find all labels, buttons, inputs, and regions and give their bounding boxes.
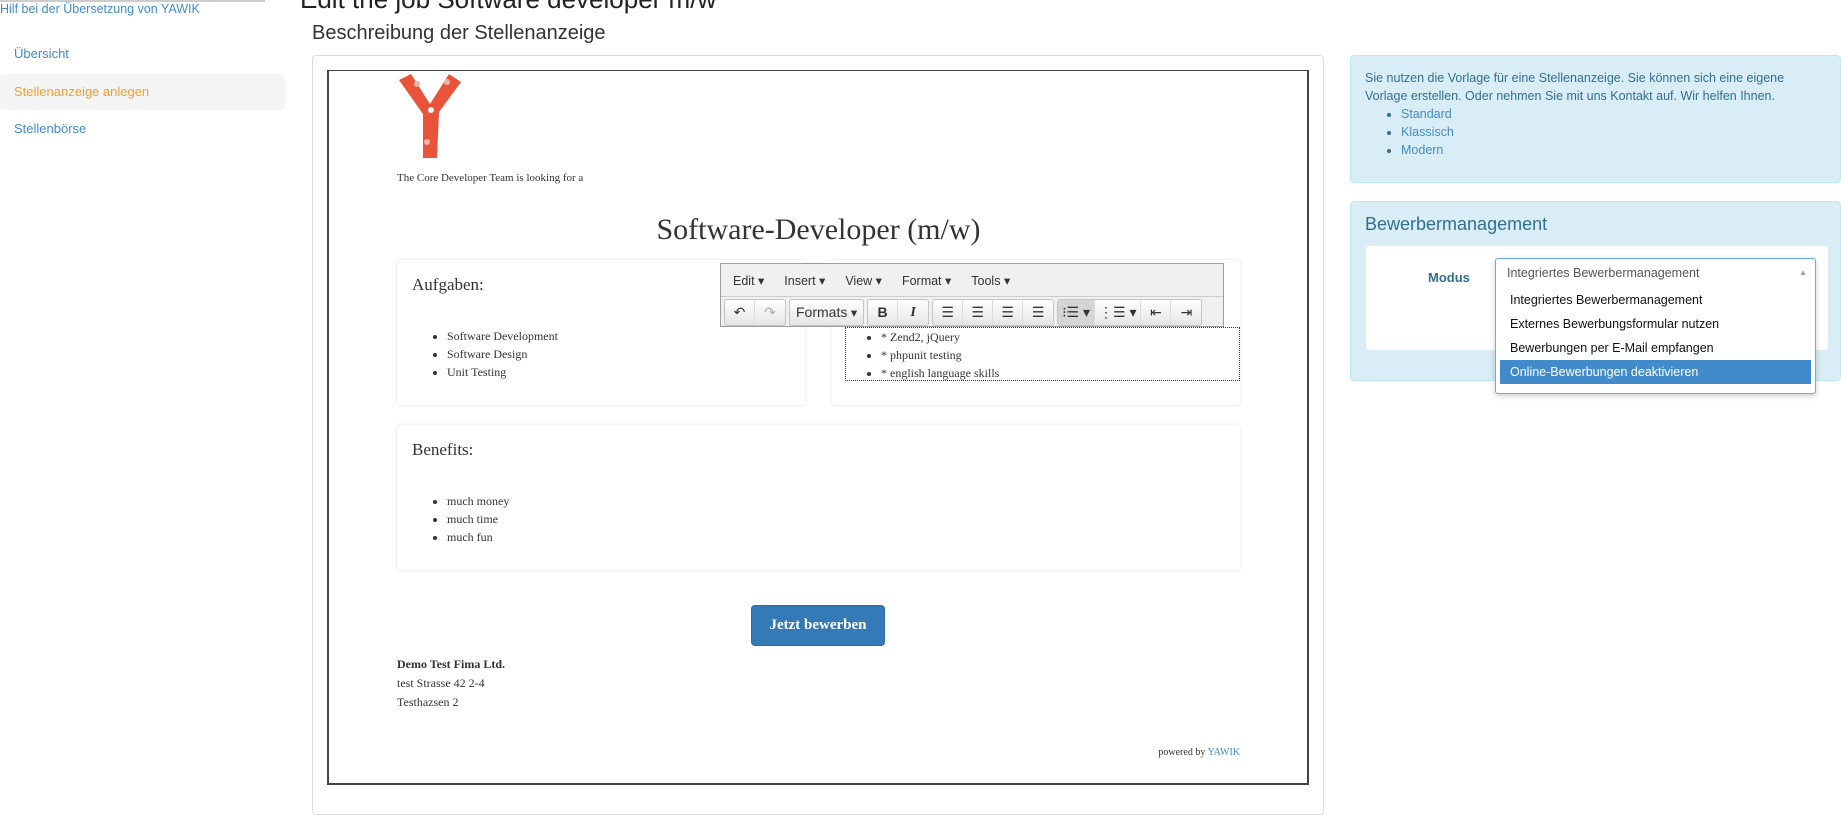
template-info-box: Sie nutzen die Vorlage für eine Stellena… bbox=[1350, 55, 1841, 183]
menu-tools[interactable]: Tools ▾ bbox=[971, 273, 1010, 288]
bullet-list-icon[interactable]: ⁝☰ ▾ bbox=[1058, 299, 1096, 325]
template-standard-link[interactable]: Standard bbox=[1401, 107, 1452, 121]
list-item: * phpunit testing bbox=[881, 346, 1239, 364]
caret-up-icon: ▲ bbox=[1799, 268, 1807, 277]
company-name: Demo Test Fima Ltd. bbox=[397, 657, 505, 671]
list-item: much fun bbox=[447, 528, 509, 546]
sidebar-item-overview[interactable]: Übersicht bbox=[0, 36, 285, 72]
company-city: Testhazsen 2 bbox=[397, 695, 459, 709]
menu-insert[interactable]: Insert ▾ bbox=[784, 273, 825, 288]
benefits-box: Benefits: much money much time much fun bbox=[397, 425, 1240, 570]
section-title: Beschreibung der Stellenanzeige bbox=[312, 22, 606, 44]
align-right-icon[interactable]: ☰ bbox=[993, 299, 1024, 325]
page-title: Edit the job Software developer m/w bbox=[300, 0, 716, 15]
mode-option[interactable]: Bewerbungen per E-Mail empfangen bbox=[1500, 336, 1811, 360]
align-left-icon[interactable]: ☰ bbox=[933, 299, 964, 325]
powered-by-text: powered by bbox=[1158, 747, 1206, 758]
list-item: Software Design bbox=[447, 345, 558, 363]
menu-label: Edit bbox=[733, 273, 755, 288]
mode-option[interactable]: Externes Bewerbungsformular nutzen bbox=[1500, 312, 1811, 336]
applicant-management-title: Bewerbermanagement bbox=[1365, 214, 1548, 234]
apply-button[interactable]: Jetzt bewerben bbox=[751, 605, 885, 646]
job-headline: Software-Developer (m/w) bbox=[656, 213, 981, 246]
formats-label: Formats bbox=[796, 303, 848, 320]
job-intro: The Core Developer Team is looking for a bbox=[397, 172, 584, 184]
yawik-logo bbox=[399, 74, 461, 158]
outdent-icon[interactable]: ⇤ bbox=[1141, 299, 1172, 325]
mode-option[interactable]: Integriertes Bewerbermanagement bbox=[1500, 288, 1811, 312]
sidebar-item-create-job[interactable]: Stellenanzeige anlegen bbox=[0, 74, 285, 110]
editor-toolbar: Edit ▾ Insert ▾ View ▾ Format ▾ Tools ▾ … bbox=[720, 263, 1224, 327]
selected-value: Integriertes Bewerbermanagement bbox=[1507, 266, 1700, 280]
redo-icon[interactable]: ↷ bbox=[755, 300, 785, 325]
bold-icon[interactable]: B bbox=[868, 299, 899, 325]
indent-icon[interactable]: ⇥ bbox=[1171, 300, 1201, 325]
mode-label: Modus bbox=[1428, 270, 1470, 285]
numbered-list-icon[interactable]: ⋮☰ ▾ bbox=[1095, 299, 1142, 325]
menu-label: Insert bbox=[784, 273, 816, 288]
company-address: Demo Test Fima Ltd. test Strasse 42 2-4 … bbox=[397, 655, 505, 712]
list-item: Unit Testing bbox=[447, 363, 558, 381]
yawik-link[interactable]: YAWIK bbox=[1207, 747, 1240, 758]
template-classic-link[interactable]: Klassisch bbox=[1401, 125, 1454, 139]
menu-label: Tools bbox=[971, 273, 1001, 288]
sidebar-item-job-board[interactable]: Stellenbörse bbox=[0, 111, 285, 147]
tasks-title: Aufgaben: bbox=[412, 275, 484, 294]
italic-icon[interactable]: I bbox=[898, 300, 928, 325]
menu-label: View bbox=[845, 273, 873, 288]
menu-format[interactable]: Format ▾ bbox=[902, 273, 951, 288]
list-item: * english language skills bbox=[881, 364, 1239, 382]
menu-label: Format bbox=[901, 273, 942, 288]
mode-select[interactable]: Integriertes Bewerbermanagement ▲ Integri… bbox=[1495, 258, 1816, 394]
align-justify-icon[interactable]: ☰ bbox=[1023, 300, 1053, 325]
list-item: * Zend2, jQuery bbox=[881, 328, 1239, 346]
list-item: much money bbox=[447, 492, 509, 510]
menu-edit[interactable]: Edit ▾ bbox=[733, 273, 764, 288]
mode-option[interactable]: Online-Bewerbungen deaktivieren bbox=[1500, 360, 1811, 384]
powered-by: powered by YAWIK bbox=[1100, 747, 1240, 758]
list-item: Software Development bbox=[447, 327, 558, 345]
template-info-text: Sie nutzen die Vorlage für eine Stellena… bbox=[1365, 71, 1785, 103]
menu-view[interactable]: View ▾ bbox=[845, 273, 882, 288]
template-modern-link[interactable]: Modern bbox=[1401, 143, 1443, 157]
align-center-icon[interactable]: ☰ bbox=[963, 299, 994, 325]
benefits-title: Benefits: bbox=[412, 440, 474, 459]
undo-icon[interactable]: ↶ bbox=[725, 299, 755, 325]
list-item: much time bbox=[447, 510, 509, 528]
help-translate-link[interactable]: Hilf bei der Übersetzung von YAWIK bbox=[0, 2, 200, 16]
formats-dropdown[interactable]: Formats ▾ bbox=[790, 300, 863, 325]
editable-area[interactable]: * Zend2, jQuery * phpunit testing * engl… bbox=[845, 327, 1240, 381]
mode-select-value[interactable]: Integriertes Bewerbermanagement ▲ bbox=[1496, 259, 1815, 288]
company-street: test Strasse 42 2-4 bbox=[397, 676, 485, 690]
